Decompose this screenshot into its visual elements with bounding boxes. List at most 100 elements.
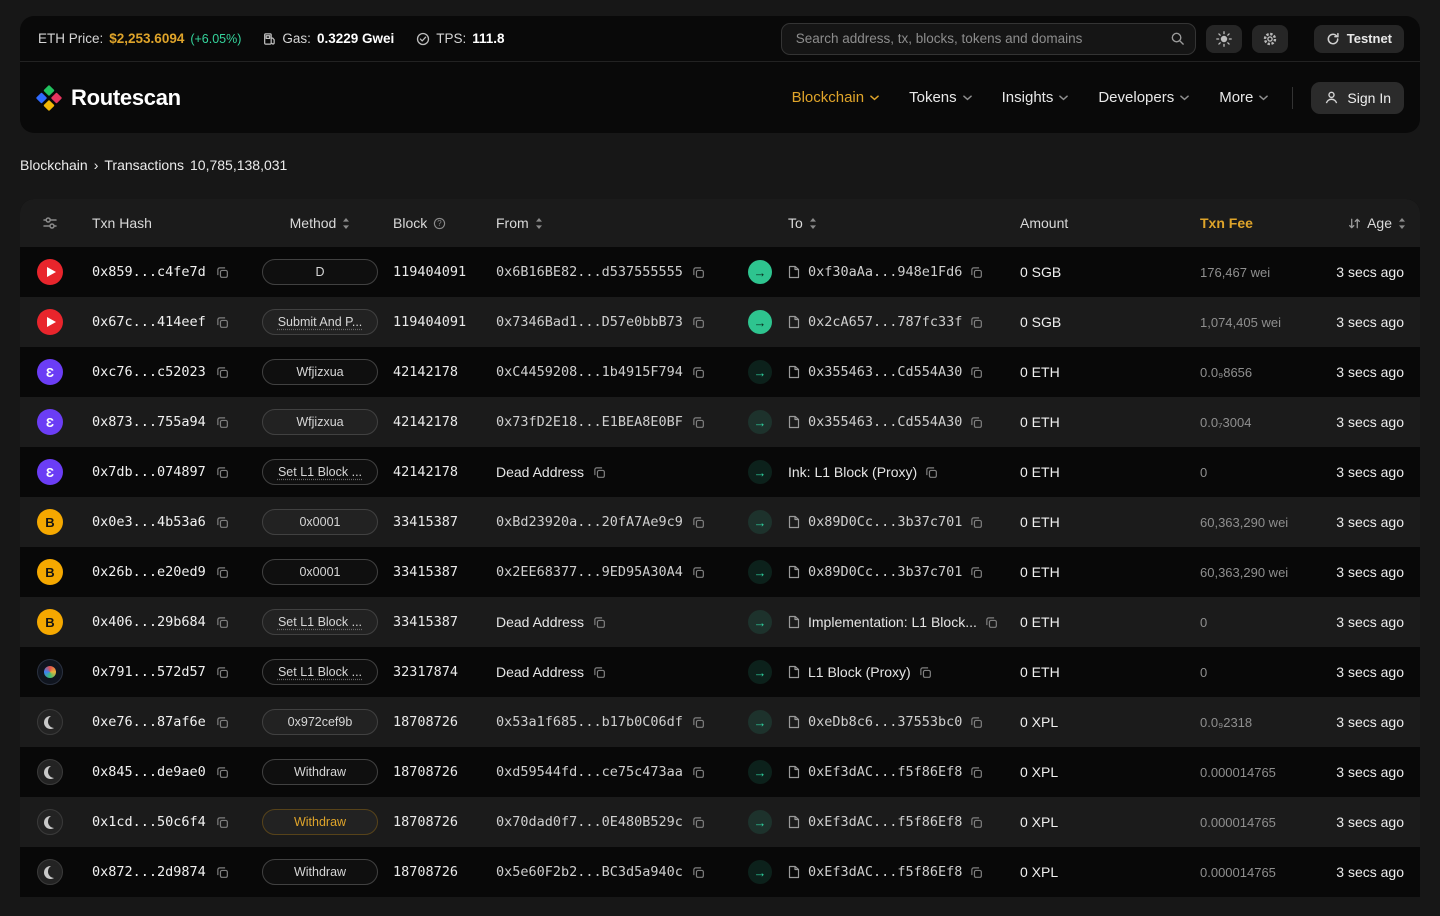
method-pill[interactable]: Wfjizxua — [262, 409, 378, 435]
age-value[interactable]: 3 secs ago — [1336, 864, 1404, 880]
sign-in-button[interactable]: Sign In — [1311, 81, 1404, 114]
sort-icon[interactable] — [809, 217, 817, 230]
method-pill[interactable]: 0x0001 — [262, 509, 378, 535]
copy-icon[interactable] — [216, 666, 229, 679]
block-link[interactable]: 18708726 — [393, 814, 458, 830]
method-pill[interactable]: 0x972cef9b — [262, 709, 378, 735]
to-address-link[interactable]: 0x355463...Cd554A30 — [808, 364, 962, 380]
copy-icon[interactable] — [692, 516, 705, 529]
copy-icon[interactable] — [216, 516, 229, 529]
age-value[interactable]: 3 secs ago — [1336, 364, 1404, 380]
method-pill[interactable]: Withdraw — [262, 759, 378, 785]
from-address-link[interactable]: 0x6B16BE82...d537555555 — [496, 264, 683, 280]
tx-hash-link[interactable]: 0x1cd...50c6f4 — [92, 814, 206, 830]
block-link[interactable]: 33415387 — [393, 614, 458, 630]
copy-icon[interactable] — [593, 466, 606, 479]
to-address-link[interactable]: Implementation: L1 Block... — [808, 614, 977, 630]
sort-icon[interactable] — [342, 217, 350, 230]
search-bar[interactable] — [780, 22, 1196, 55]
from-address-link[interactable]: 0x7346Bad1...D57e0bbB73 — [496, 314, 683, 330]
method-pill[interactable]: Set L1 Block ... — [262, 459, 378, 485]
copy-icon[interactable] — [216, 316, 229, 329]
sort-direction-icon[interactable] — [1348, 217, 1361, 230]
to-address-link[interactable]: L1 Block (Proxy) — [808, 664, 911, 680]
age-value[interactable]: 3 secs ago — [1336, 514, 1404, 530]
copy-icon[interactable] — [216, 566, 229, 579]
copy-icon[interactable] — [970, 816, 983, 829]
copy-icon[interactable] — [692, 866, 705, 879]
from-address-link[interactable]: 0xd59544fd...ce75c473aa — [496, 764, 683, 780]
block-link[interactable]: 119404091 — [393, 264, 466, 280]
to-address-link[interactable]: 0x89D0Cc...3b37c701 — [808, 514, 962, 530]
copy-icon[interactable] — [970, 716, 983, 729]
age-value[interactable]: 3 secs ago — [1336, 464, 1404, 480]
tx-hash-link[interactable]: 0xc76...c52023 — [92, 364, 206, 380]
copy-icon[interactable] — [216, 816, 229, 829]
to-address-link[interactable]: 0xEf3dAC...f5f86Ef8 — [808, 764, 962, 780]
block-link[interactable]: 32317874 — [393, 664, 458, 680]
copy-icon[interactable] — [925, 466, 938, 479]
copy-icon[interactable] — [919, 666, 932, 679]
copy-icon[interactable] — [692, 266, 705, 279]
copy-icon[interactable] — [970, 766, 983, 779]
nav-item-tokens[interactable]: Tokens — [909, 89, 972, 106]
copy-icon[interactable] — [692, 366, 705, 379]
copy-icon[interactable] — [970, 316, 983, 329]
sort-icon[interactable] — [1398, 217, 1406, 230]
copy-icon[interactable] — [216, 616, 229, 629]
method-pill[interactable]: Withdraw — [262, 809, 378, 835]
tx-hash-link[interactable]: 0x406...29b684 — [92, 614, 206, 630]
age-value[interactable]: 3 secs ago — [1336, 664, 1404, 680]
block-link[interactable]: 18708726 — [393, 714, 458, 730]
to-address-link[interactable]: 0xeDb8c6...37553bc0 — [808, 714, 962, 730]
copy-icon[interactable] — [216, 366, 229, 379]
age-value[interactable]: 3 secs ago — [1336, 564, 1404, 580]
block-link[interactable]: 18708726 — [393, 764, 458, 780]
copy-icon[interactable] — [593, 666, 606, 679]
method-pill[interactable]: 0x0001 — [262, 559, 378, 585]
copy-icon[interactable] — [970, 416, 983, 429]
copy-icon[interactable] — [593, 616, 606, 629]
from-address-link[interactable]: Dead Address — [496, 614, 584, 630]
method-pill[interactable]: Wfjizxua — [262, 359, 378, 385]
age-value[interactable]: 3 secs ago — [1336, 814, 1404, 830]
to-address-link[interactable]: 0xEf3dAC...f5f86Ef8 — [808, 864, 962, 880]
tx-hash-link[interactable]: 0x859...c4fe7d — [92, 264, 206, 280]
to-address-link[interactable]: 0x355463...Cd554A30 — [808, 414, 962, 430]
to-address-link[interactable]: 0xEf3dAC...f5f86Ef8 — [808, 814, 962, 830]
block-link[interactable]: 42142178 — [393, 414, 458, 430]
copy-icon[interactable] — [216, 716, 229, 729]
copy-icon[interactable] — [692, 316, 705, 329]
from-address-link[interactable]: 0xC4459208...1b4915F794 — [496, 364, 683, 380]
tx-hash-link[interactable]: 0x67c...414eef — [92, 314, 206, 330]
copy-icon[interactable] — [216, 466, 229, 479]
theme-toggle-button[interactable] — [1205, 24, 1242, 53]
copy-icon[interactable] — [692, 716, 705, 729]
settings-button[interactable] — [1251, 24, 1288, 53]
tx-hash-link[interactable]: 0x872...2d9874 — [92, 864, 206, 880]
to-address-link[interactable]: Ink: L1 Block (Proxy) — [788, 464, 917, 480]
age-value[interactable]: 3 secs ago — [1336, 764, 1404, 780]
brand[interactable]: Routescan — [36, 85, 181, 111]
copy-icon[interactable] — [985, 616, 998, 629]
block-link[interactable]: 33415387 — [393, 514, 458, 530]
copy-icon[interactable] — [692, 416, 705, 429]
nav-item-insights[interactable]: Insights — [1002, 89, 1069, 106]
block-link[interactable]: 42142178 — [393, 364, 458, 380]
block-link[interactable]: 18708726 — [393, 864, 458, 880]
tx-hash-link[interactable]: 0x7db...074897 — [92, 464, 206, 480]
sort-icon[interactable] — [535, 217, 543, 230]
to-address-link[interactable]: 0x89D0Cc...3b37c701 — [808, 564, 962, 580]
copy-icon[interactable] — [216, 266, 229, 279]
method-pill[interactable]: Submit And P... — [262, 309, 378, 335]
method-pill[interactable]: Set L1 Block ... — [262, 609, 378, 635]
copy-icon[interactable] — [692, 766, 705, 779]
block-link[interactable]: 33415387 — [393, 564, 458, 580]
search-icon[interactable] — [1170, 31, 1185, 46]
from-address-link[interactable]: 0x53a1f685...b17b0C06df — [496, 714, 683, 730]
copy-icon[interactable] — [970, 266, 983, 279]
from-address-link[interactable]: 0x5e60F2b2...BC3d5a940c — [496, 864, 683, 880]
copy-icon[interactable] — [970, 566, 983, 579]
tx-hash-link[interactable]: 0x26b...e20ed9 — [92, 564, 206, 580]
copy-icon[interactable] — [692, 816, 705, 829]
